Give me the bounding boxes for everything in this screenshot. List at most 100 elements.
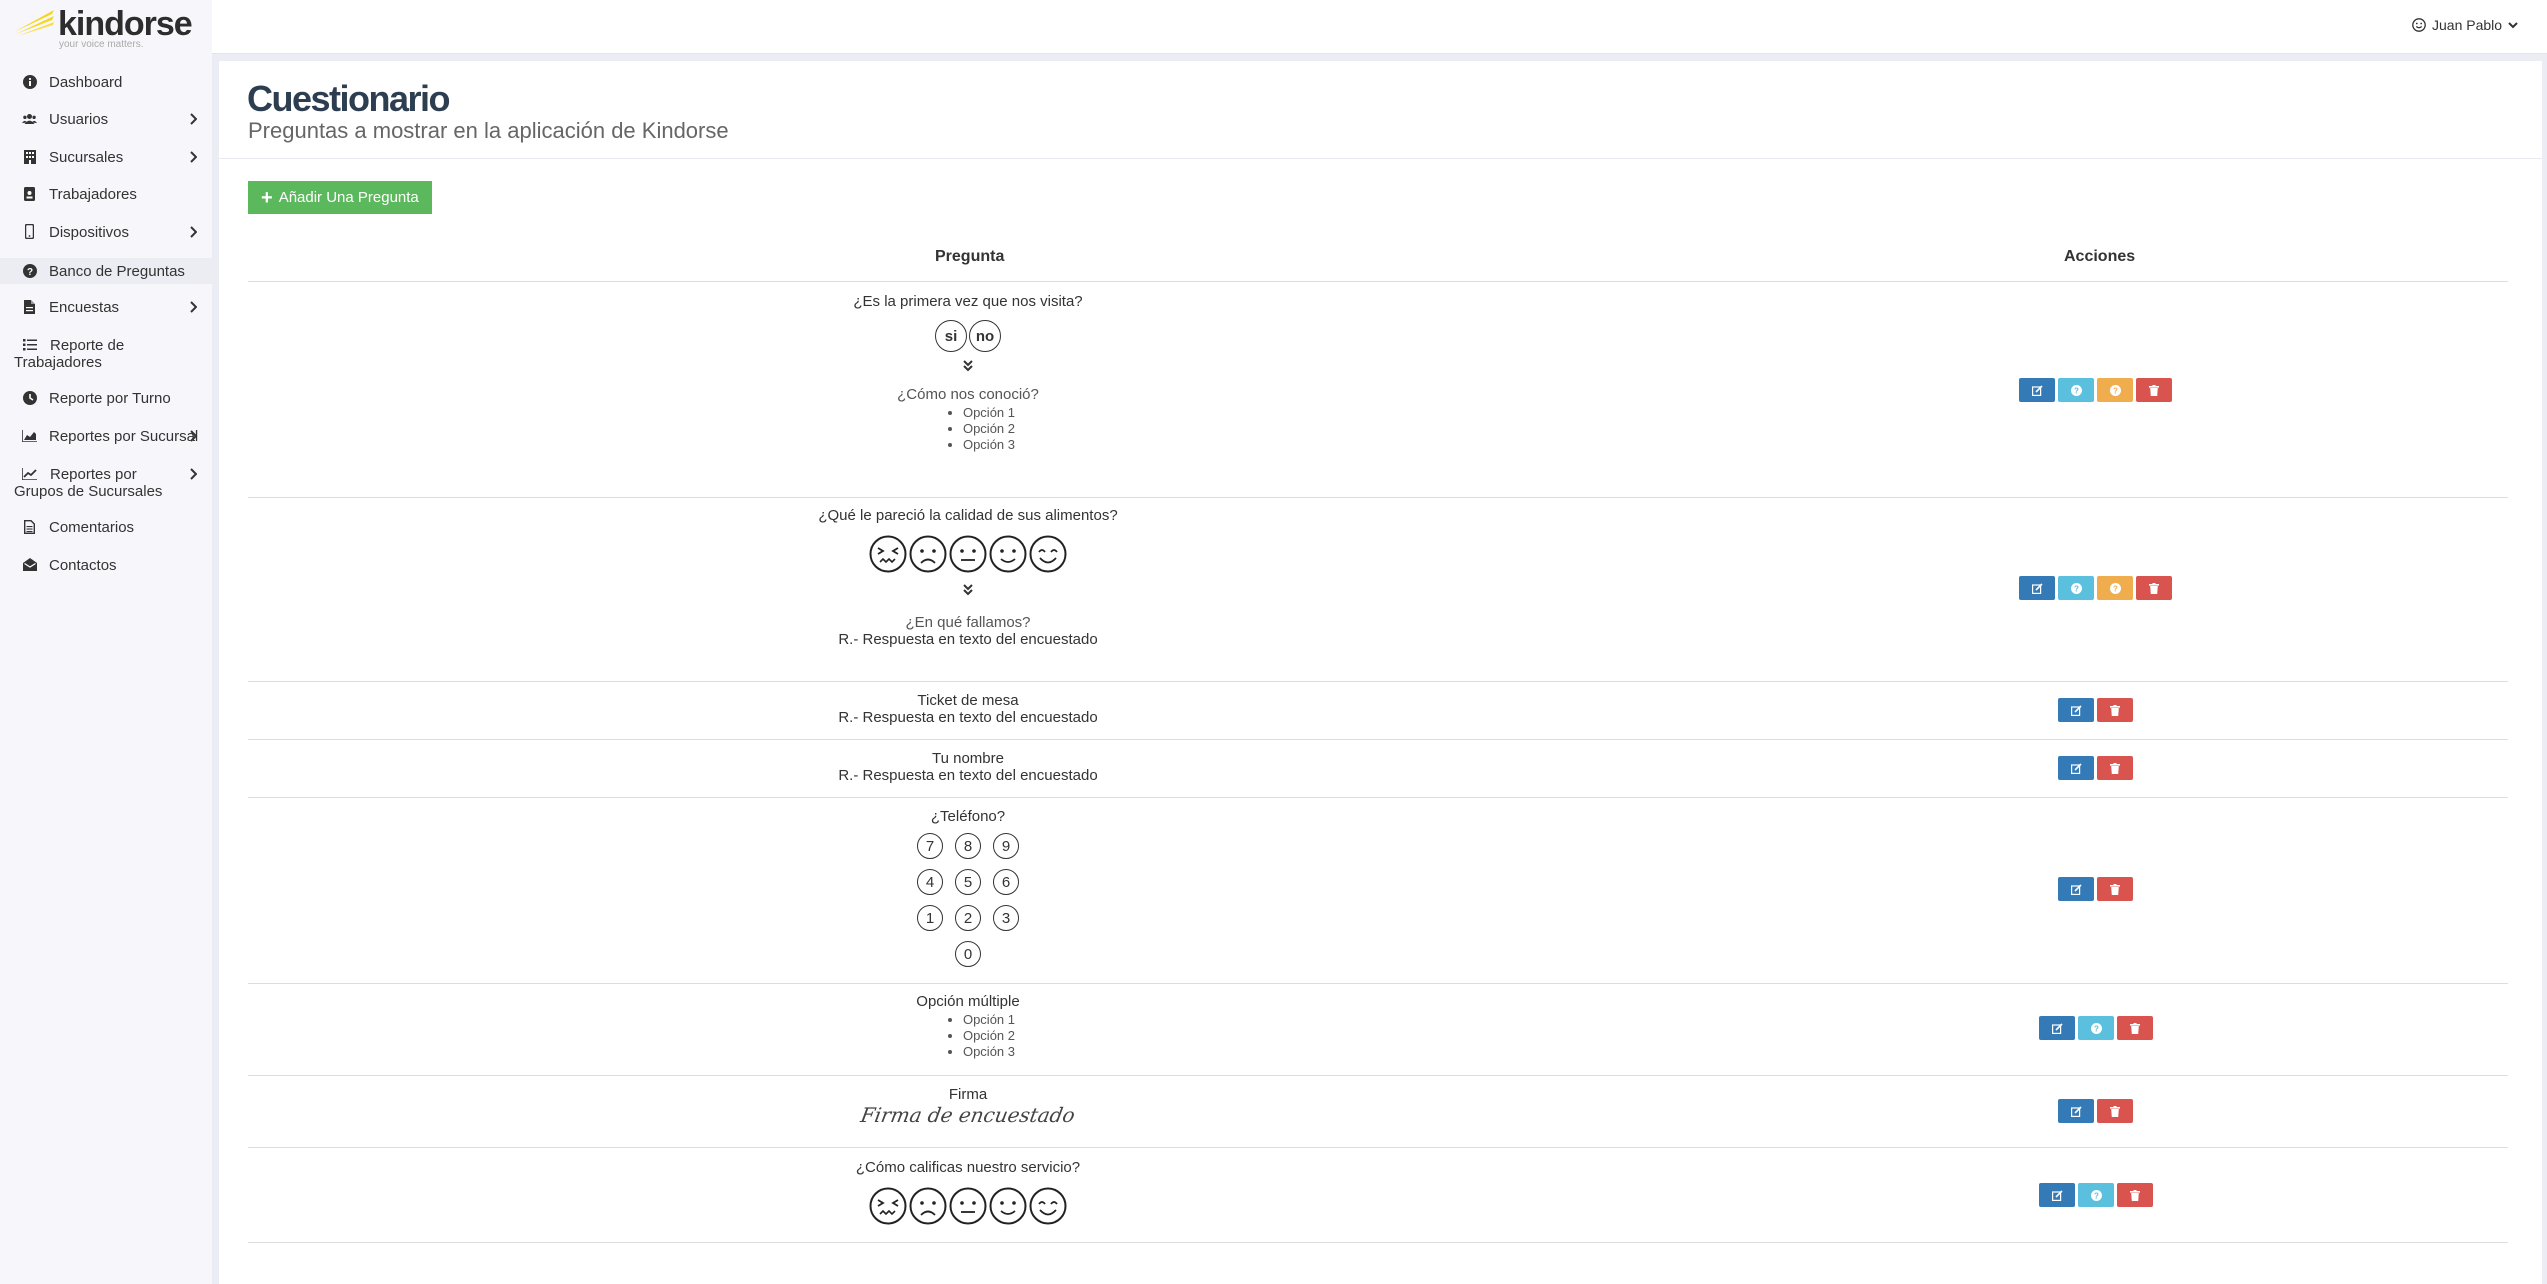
- list-item: Opción 3: [963, 437, 1015, 453]
- question-circle-icon: ?: [2070, 582, 2082, 594]
- question-text: Tu nombre: [932, 750, 1004, 767]
- sidebar-item-comentarios[interactable]: Comentarios: [0, 519, 212, 536]
- double-chevron-down-icon: [963, 584, 973, 596]
- sidebar-item-encuestas[interactable]: Encuestas: [0, 299, 212, 316]
- brand-tagline: your voice matters.: [59, 39, 144, 50]
- help-button[interactable]: ?: [2058, 576, 2094, 600]
- multiple-choice-options: Opción 1 Opción 2 Opción 3: [921, 1012, 1015, 1060]
- table-row: Tu nombre R.- Respuesta en texto del enc…: [648, 750, 1288, 784]
- neutral-face-icon: [949, 535, 987, 573]
- edit-button[interactable]: [2039, 1016, 2075, 1040]
- add-question-label: Añadir Una Pregunta: [278, 189, 419, 206]
- sidebar-item-label: Reportes por Grupos de Sucursales: [14, 466, 163, 500]
- edit-button[interactable]: [2058, 1099, 2094, 1123]
- delete-button[interactable]: [2136, 378, 2172, 402]
- help-button[interactable]: ?: [2058, 378, 2094, 402]
- main-panel: [219, 61, 2542, 1284]
- sidebar-item-dispositivos[interactable]: Dispositivos: [0, 224, 212, 241]
- edit-icon: [2051, 1022, 2063, 1034]
- building-icon: [22, 149, 37, 164]
- sidebar-item-contactos[interactable]: Contactos: [0, 557, 212, 574]
- edit-button[interactable]: [2039, 1183, 2075, 1207]
- trash-icon: [2110, 883, 2120, 895]
- edit-icon: [2070, 704, 2082, 716]
- list-item: Opción 2: [963, 1028, 1015, 1044]
- brand-logo[interactable]: kindorse your voice matters.: [14, 5, 204, 50]
- delete-button[interactable]: [2097, 698, 2133, 722]
- sidebar-item-label: Reporte por Turno: [49, 390, 171, 407]
- question-text: Firma: [948, 1086, 988, 1103]
- keypad-key: 2: [955, 905, 981, 931]
- help-button[interactable]: ?: [2078, 1016, 2114, 1040]
- double-chevron-down-icon: [963, 360, 973, 372]
- sidebar-item-label: Contactos: [49, 557, 117, 574]
- row-actions: [2058, 698, 2133, 722]
- sidebar-item-reportes-por-grupos-de-sucursales[interactable]: Reportes por Grupos de Sucursales: [0, 466, 212, 500]
- edit-icon: [2070, 1105, 2082, 1117]
- edit-icon: [2070, 883, 2082, 895]
- follow-up-question: ¿En qué fallamos?: [905, 614, 1031, 631]
- question-circle-icon: ?: [2090, 1022, 2102, 1034]
- sidebar-item-banco-de-preguntas[interactable]: ? Banco de Preguntas: [0, 258, 212, 284]
- table-row: Firma Firma de encuestado: [648, 1086, 1288, 1127]
- trash-icon: [2130, 1022, 2140, 1034]
- plus-icon: +: [261, 186, 273, 209]
- mobile-icon: [22, 224, 37, 239]
- chevron-right-icon: [189, 150, 198, 167]
- sidebar-item-usuarios[interactable]: Usuarios: [0, 111, 212, 128]
- unhappy-face-icon: [909, 535, 947, 573]
- sidebar-item-sucursales[interactable]: Sucursales: [0, 149, 212, 166]
- response-placeholder: R.- Respuesta en texto del encuestado: [838, 709, 1098, 726]
- trash-icon: [2110, 762, 2120, 774]
- sidebar-item-reporte-de-trabajadores[interactable]: Reporte de Trabajadores: [0, 337, 212, 371]
- row-divider: [248, 797, 2508, 798]
- condition-button[interactable]: ?: [2097, 378, 2133, 402]
- delete-button[interactable]: [2097, 756, 2133, 780]
- delete-button[interactable]: [2097, 1099, 2133, 1123]
- sidebar-item-dashboard[interactable]: Dashboard: [0, 74, 212, 91]
- svg-text:?: ?: [2074, 584, 2079, 593]
- area-chart-icon: [22, 428, 37, 443]
- row-divider: [248, 983, 2508, 984]
- signature-placeholder: Firma de encuestado: [858, 1103, 1078, 1127]
- edit-button[interactable]: [2058, 756, 2094, 780]
- question-text: ¿Qué le pareció la calidad de sus alimen…: [818, 507, 1118, 524]
- page-subtitle: Preguntas a mostrar en la aplicación de …: [248, 118, 729, 143]
- svg-text:?: ?: [2113, 584, 2118, 593]
- sidebar-item-trabajadores[interactable]: Trabajadores: [0, 186, 212, 203]
- trash-icon: [2149, 384, 2159, 396]
- delete-button[interactable]: [2097, 877, 2133, 901]
- svg-text:?: ?: [2113, 386, 2118, 395]
- chevron-right-icon: [189, 225, 198, 242]
- delete-button[interactable]: [2117, 1183, 2153, 1207]
- edit-icon: [2070, 762, 2082, 774]
- edit-button[interactable]: [2019, 378, 2055, 402]
- svg-text:?: ?: [2074, 386, 2079, 395]
- unhappy-face-icon: [909, 1187, 947, 1225]
- user-menu[interactable]: Juan Pablo: [2412, 17, 2518, 33]
- envelope-open-icon: [22, 557, 37, 572]
- delete-button[interactable]: [2117, 1016, 2153, 1040]
- row-divider: [248, 739, 2508, 740]
- sidebar-item-label: Comentarios: [49, 519, 135, 536]
- edit-button[interactable]: [2058, 698, 2094, 722]
- user-name: Juan Pablo: [2432, 17, 2503, 33]
- edit-button[interactable]: [2019, 576, 2055, 600]
- help-button[interactable]: ?: [2078, 1183, 2114, 1207]
- edit-button[interactable]: [2058, 877, 2094, 901]
- sidebar-item-reportes-por-sucursal[interactable]: Reportes por Sucursal: [0, 428, 212, 445]
- happy-face-icon: [989, 1187, 1027, 1225]
- row-divider: [248, 681, 2508, 682]
- table-row: Ticket de mesa R.- Respuesta en texto de…: [648, 692, 1288, 726]
- add-question-button[interactable]: + Añadir Una Pregunta: [248, 181, 432, 214]
- sidebar-item-label: Reportes por Sucursal: [49, 428, 199, 445]
- delete-button[interactable]: [2136, 576, 2172, 600]
- page-title: Cuestionario: [247, 78, 451, 119]
- sidebar-item-label: Encuestas: [49, 299, 120, 316]
- rating-faces: [648, 535, 1288, 575]
- sidebar-item-reporte-por-turno[interactable]: Reporte por Turno: [0, 390, 212, 407]
- chevron-right-icon: [189, 112, 198, 129]
- condition-button[interactable]: ?: [2097, 576, 2133, 600]
- file-icon: [22, 299, 37, 314]
- chevron-right-icon: [189, 300, 198, 317]
